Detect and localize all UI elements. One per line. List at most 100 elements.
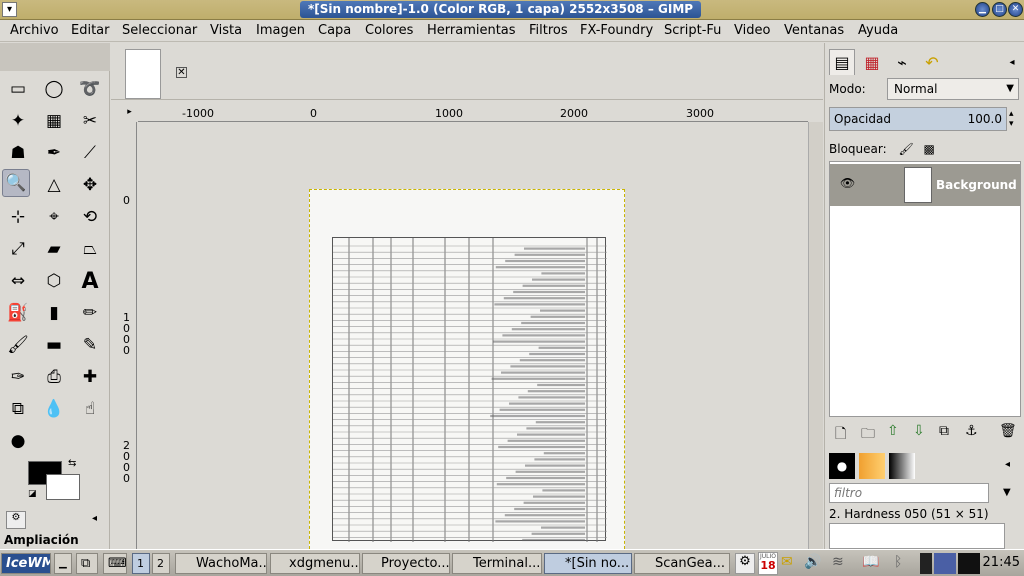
menu-archivo[interactable]: Archivo: [10, 23, 59, 38]
task-proyecto[interactable]: Proyecto...: [362, 553, 450, 574]
lock-pixels-icon[interactable]: 🖌: [898, 142, 913, 156]
new-layer-icon[interactable]: 🗋: [835, 423, 846, 447]
menu-editar[interactable]: Editar: [71, 23, 110, 38]
dodge-burn-icon[interactable]: ●: [4, 427, 32, 455]
task-wachoma[interactable]: WachoMa...: [175, 553, 267, 574]
menu-imagen[interactable]: Imagen: [256, 23, 305, 38]
opacity-stepper[interactable]: ▴ ▾: [1009, 109, 1014, 129]
opacity-slider[interactable]: Opacidad 100.0: [829, 107, 1007, 131]
crop-icon[interactable]: ⌖: [40, 203, 68, 231]
ink-icon[interactable]: ✑: [4, 363, 32, 391]
ellipse-select-icon[interactable]: ◯: [40, 75, 68, 103]
rotate-icon[interactable]: ⟲: [76, 203, 104, 231]
dock-menu-icon[interactable]: ◂: [999, 49, 1024, 75]
close-image-icon[interactable]: ✕: [176, 67, 187, 78]
calendar-icon[interactable]: JULIO 18: [758, 552, 778, 575]
fuzzy-select-icon[interactable]: ✦: [4, 107, 32, 135]
shear-icon[interactable]: ▰: [40, 235, 68, 263]
bluetooth-icon[interactable]: ᛒ: [894, 554, 902, 570]
tab-gradients-icon[interactable]: [889, 453, 915, 479]
settings-tray-icon[interactable]: ⚙: [735, 553, 755, 574]
image-canvas[interactable]: [138, 122, 808, 549]
chevron-down-icon[interactable]: ▼: [1003, 487, 1011, 498]
book-icon[interactable]: 📖: [862, 554, 879, 570]
scale-icon[interactable]: ⤢: [4, 235, 32, 263]
tab-paths-icon[interactable]: ⌁: [889, 49, 915, 75]
menu-ayuda[interactable]: Ayuda: [858, 23, 898, 38]
delete-layer-icon[interactable]: 🗑: [999, 423, 1017, 439]
tab-brushes-icon[interactable]: ●: [829, 453, 855, 479]
menu-colores[interactable]: Colores: [365, 23, 413, 38]
mode-select[interactable]: Normal ▼: [887, 78, 1019, 100]
tab-layers-icon[interactable]: ▤: [829, 49, 855, 75]
tool-options-tab-icon[interactable]: ⚙: [6, 511, 26, 529]
brush-grid[interactable]: [829, 523, 1005, 549]
eraser-icon[interactable]: ▬: [40, 331, 68, 359]
menu-fx-foundry[interactable]: FX-Foundry: [580, 23, 653, 38]
flip-icon[interactable]: ⇔: [4, 267, 32, 295]
scissors-icon[interactable]: ✂: [76, 107, 104, 135]
close-icon[interactable]: ✕: [1008, 2, 1023, 17]
tab-patterns-icon[interactable]: [859, 453, 885, 479]
task-terminal[interactable]: Terminal...: [452, 553, 542, 574]
rect-select-icon[interactable]: ▭: [4, 75, 32, 103]
paintbrush-icon[interactable]: 🖌: [4, 331, 32, 359]
visibility-eye-icon[interactable]: 👁: [840, 176, 855, 190]
heal-icon[interactable]: ✚: [76, 363, 104, 391]
text-icon[interactable]: A: [76, 267, 104, 295]
show-desktop-icon[interactable]: ▁: [54, 553, 72, 574]
menu-vista[interactable]: Vista: [210, 23, 242, 38]
notes-tray-icon[interactable]: ✉: [781, 554, 793, 570]
lower-layer-icon[interactable]: ⇩: [913, 423, 925, 439]
airbrush-icon[interactable]: ✎: [76, 331, 104, 359]
layer-row[interactable]: 👁 Background: [830, 164, 1020, 206]
vertical-scrollbar[interactable]: [808, 122, 823, 549]
clone-icon[interactable]: ⎙: [40, 363, 68, 391]
task-scangear[interactable]: ScanGea...: [634, 553, 730, 574]
workspace-2[interactable]: 2: [152, 553, 170, 574]
task-gimp[interactable]: *[Sin no...: [544, 553, 632, 574]
menu-filtros[interactable]: Filtros: [529, 23, 568, 38]
minimize-icon[interactable]: ▁: [975, 2, 990, 17]
foreground-select-icon[interactable]: ☗: [4, 139, 32, 167]
tab-undo-icon[interactable]: ↶: [919, 49, 945, 75]
swap-colors-icon[interactable]: ⇆: [68, 458, 76, 469]
align-icon[interactable]: ⊹: [4, 203, 32, 231]
measure-icon[interactable]: △: [40, 171, 68, 199]
anchor-layer-icon[interactable]: ⚓: [965, 423, 978, 439]
tab-channels-icon[interactable]: ▦: [859, 49, 885, 75]
cage-icon[interactable]: ⬡: [40, 267, 68, 295]
lock-alpha-icon[interactable]: ▩: [924, 142, 935, 156]
brushes-menu-icon[interactable]: ◂: [1005, 459, 1010, 470]
brush-filter-input[interactable]: filtro: [829, 483, 989, 503]
quick-mask-icon[interactable]: ▸: [122, 107, 137, 122]
menu-herramientas[interactable]: Herramientas: [427, 23, 516, 38]
menu-capa[interactable]: Capa: [318, 23, 351, 38]
color-picker-icon[interactable]: ⟋: [76, 139, 104, 167]
paths-icon[interactable]: ✒: [40, 139, 68, 167]
task-xdgmenu[interactable]: xdgmenu...: [270, 553, 360, 574]
perspective-clone-icon[interactable]: ⧉: [4, 395, 32, 423]
workspace-1[interactable]: 1: [132, 553, 150, 574]
duplicate-layer-icon[interactable]: ⧉: [939, 423, 949, 439]
image-thumbnail[interactable]: [125, 49, 161, 99]
blend-icon[interactable]: ▮: [40, 299, 68, 327]
perspective-icon[interactable]: ⏢: [76, 235, 104, 263]
zoom-icon[interactable]: 🔍: [2, 169, 30, 197]
raise-layer-icon[interactable]: ⇧: [887, 423, 899, 439]
panel-menu-icon[interactable]: ◂: [92, 513, 97, 524]
blur-icon[interactable]: 💧: [40, 395, 68, 423]
bucket-fill-icon[interactable]: ⛽: [4, 299, 32, 327]
background-color-swatch[interactable]: [46, 474, 80, 500]
window-list-icon[interactable]: ⧉: [76, 553, 98, 574]
start-button[interactable]: IceWM: [1, 553, 51, 574]
new-layer-group-icon[interactable]: 🗀: [861, 423, 875, 447]
volume-icon[interactable]: 🔊: [804, 554, 821, 570]
menu-video[interactable]: Video: [734, 23, 770, 38]
terminal-launcher-icon[interactable]: ⌨: [103, 553, 127, 574]
color-select-icon[interactable]: ▦: [40, 107, 68, 135]
maximize-icon[interactable]: □: [992, 2, 1007, 17]
lasso-icon[interactable]: ➰: [76, 75, 104, 103]
wifi-icon[interactable]: ≋: [832, 554, 844, 570]
window-menu-icon[interactable]: ▾: [2, 2, 17, 17]
